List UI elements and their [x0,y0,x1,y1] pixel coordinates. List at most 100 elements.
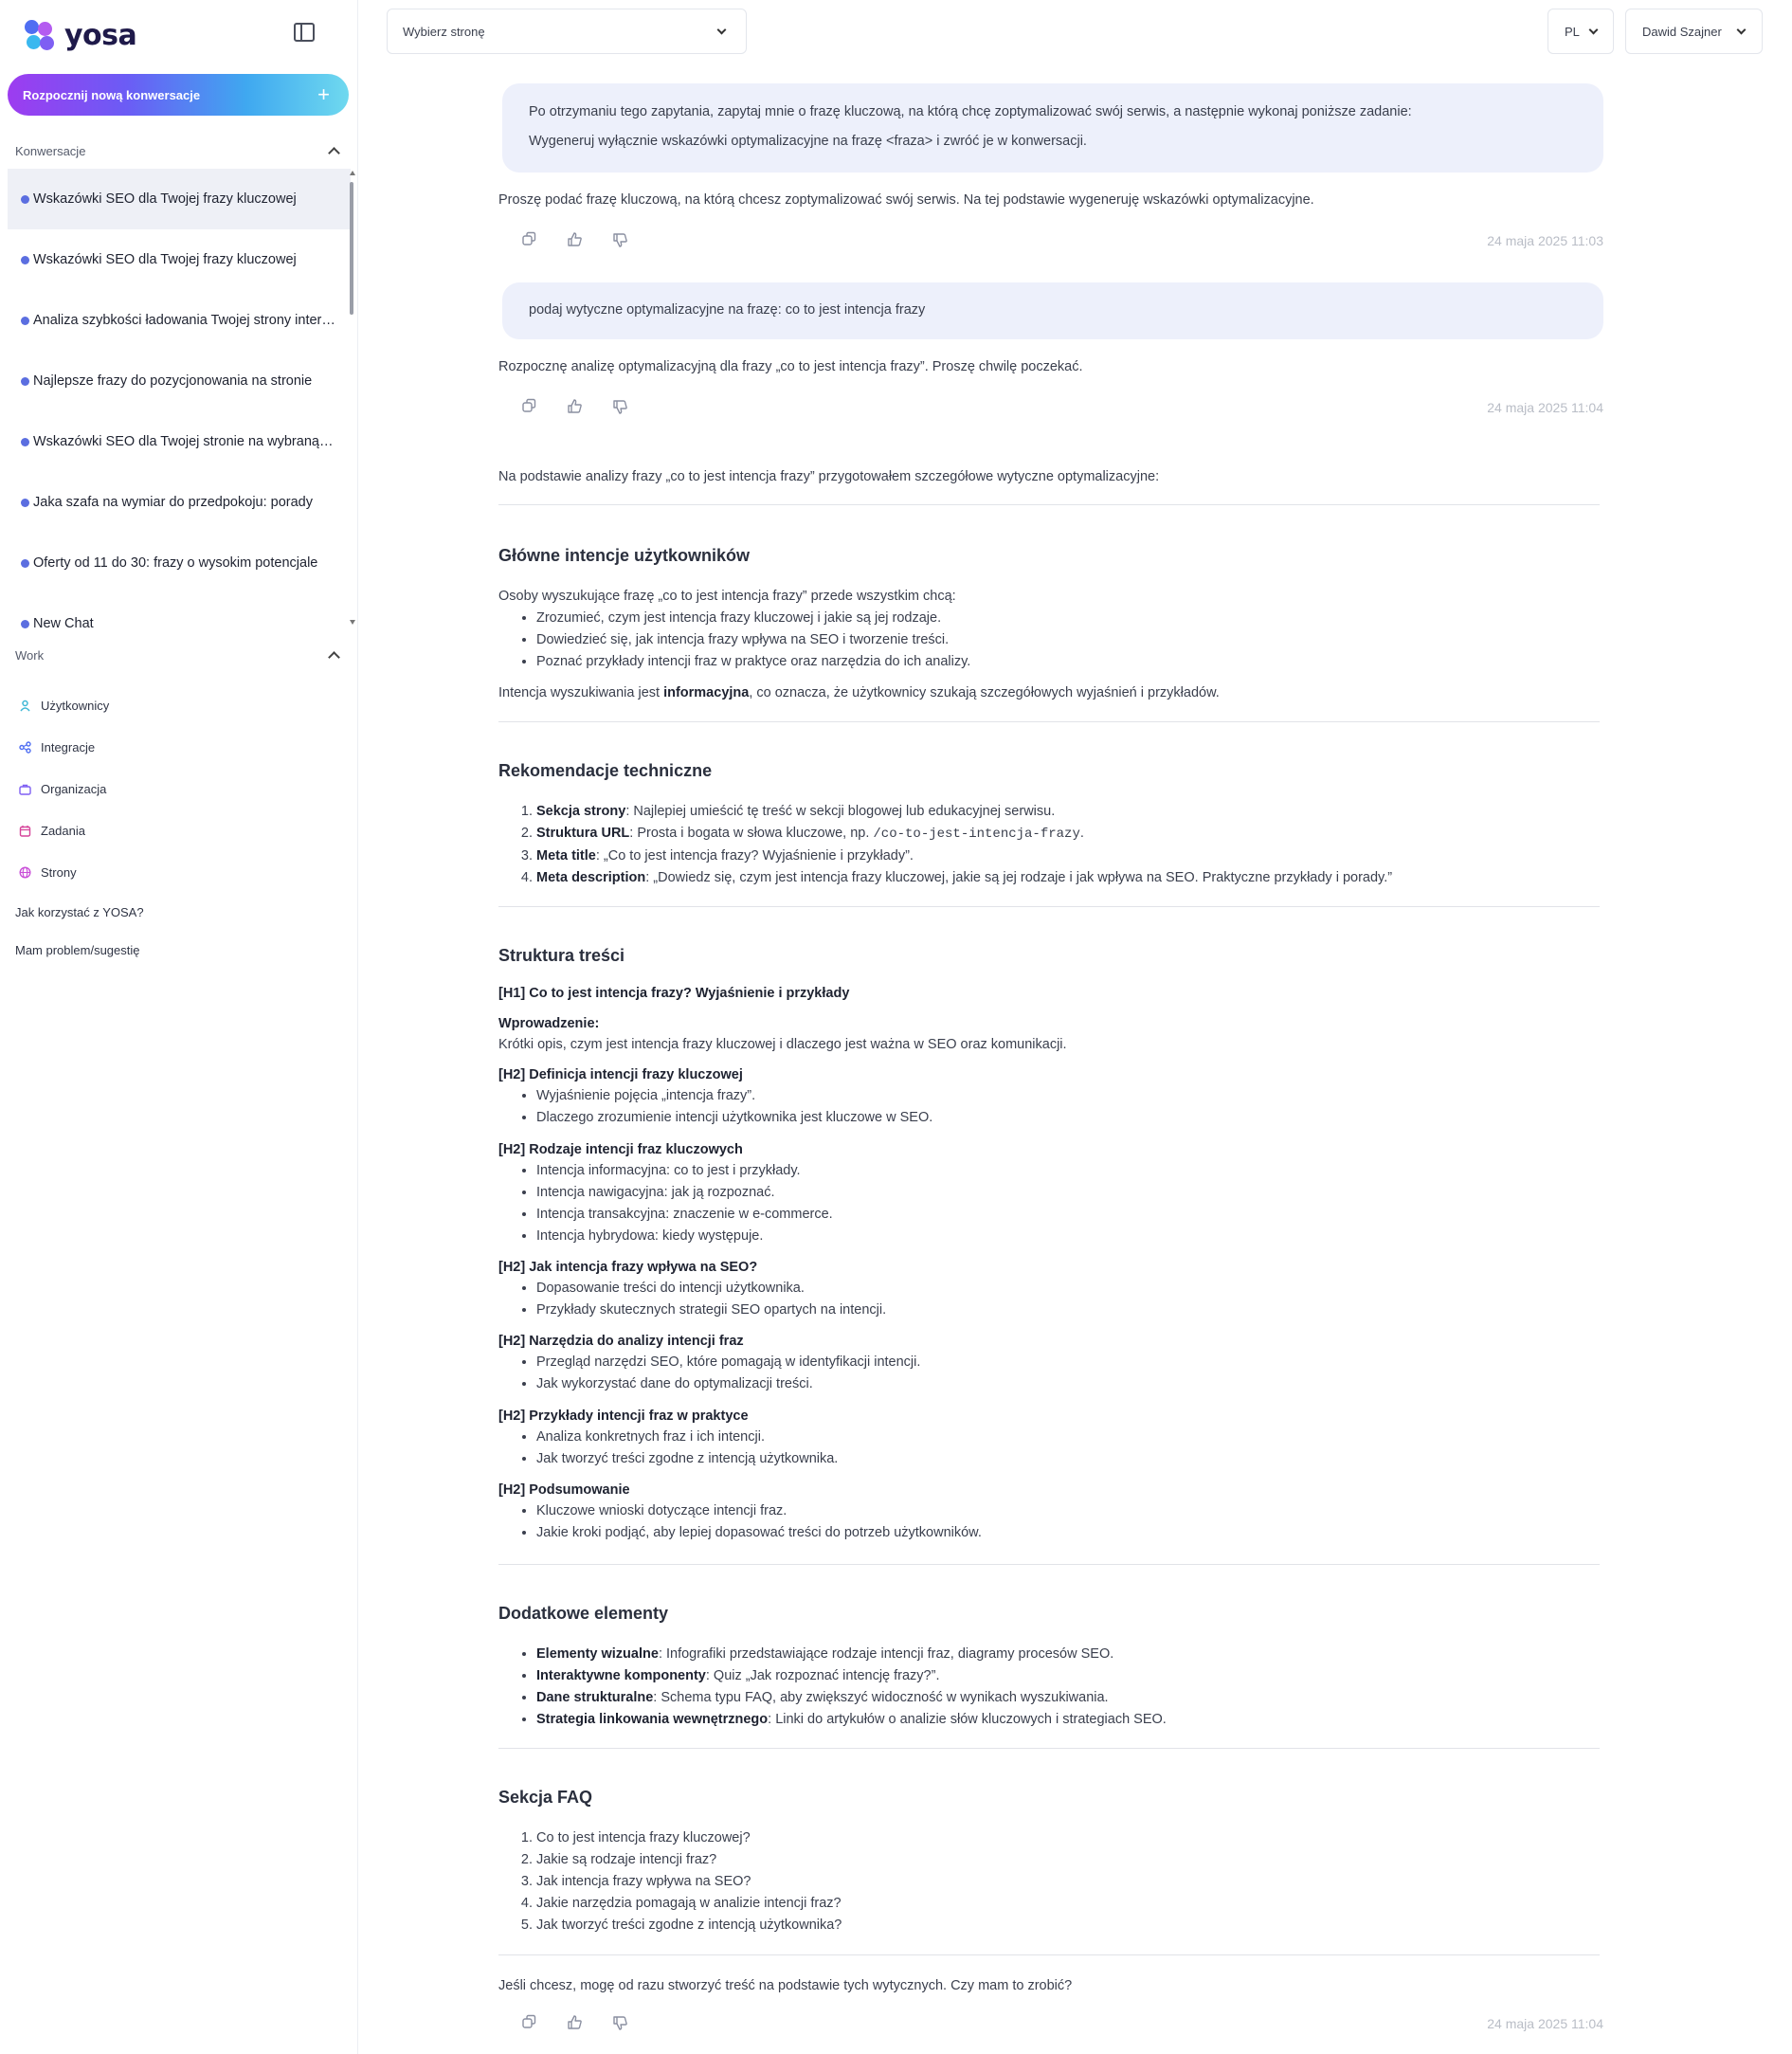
conversation-item[interactable]: Najlepsze frazy do pozycjonowania na str… [8,351,351,411]
conversation-list: Wskazówki SEO dla Twojej frazy kluczowej… [8,169,351,654]
bullet-list: Wyjaśnienie pojęcia „intencja frazy”. Dl… [536,1085,932,1129]
list-item: Co to jest intencja frazy kluczowej? [536,1827,842,1849]
conversation-title: Wskazówki SEO dla Twojej frazy kluczowej [33,191,297,207]
item-key: Dane strukturalne [536,1690,654,1705]
conversation-item[interactable]: New Chat [8,593,351,654]
yosa-logo-icon [25,19,57,52]
conversation-dot-icon [21,558,29,568]
item-value: : Schema typu FAQ, aby zwiększyć widoczn… [653,1690,1109,1705]
work-section-header[interactable]: Work [15,648,342,663]
intro-text: Krótki opis, czym jest intencja frazy kl… [498,1037,1067,1052]
outline-h1: [H1] Co to jest intencja frazy? Wyjaśnie… [498,986,850,1001]
sidebar-item-tasks[interactable]: Zadania [19,809,341,851]
bullet-list: Przegląd narzędzi SEO, które pomagają w … [536,1352,920,1395]
list-item: Dowiedzieć się, jak intencja frazy wpływ… [536,629,970,651]
thumbs-up-icon[interactable] [565,2012,586,2033]
list-item: Dane strukturalne: Schema typu FAQ, aby … [536,1687,1167,1709]
sidebar-item-integrations[interactable]: Integracje [19,726,341,768]
sidebar-item-organization[interactable]: Organizacja [19,768,341,809]
conversation-item[interactable]: Jaka szafa na wymiar do przedpokoju: por… [8,472,351,533]
page-select-dropdown[interactable]: Wybierz stronę [387,9,747,54]
list-item: Jak wykorzystać dane do optymalizacji tr… [536,1373,920,1395]
list-item: Jak tworzyć treści zgodne z intencją uży… [536,1448,838,1470]
list-item: Przykłady skutecznych strategii SEO opar… [536,1300,886,1321]
thumbs-up-icon[interactable] [565,396,586,417]
conversation-item[interactable]: Wskazówki SEO dla Twojej frazy kluczowej [8,169,351,229]
copy-icon[interactable] [519,229,540,250]
new-conversation-button[interactable]: Rozpocznij nową konwersacje + [8,74,349,116]
conversation-scrollbar[interactable] [350,171,355,626]
divider [498,906,1600,907]
item-key: Meta title [536,848,596,863]
list-item: Meta title: „Co to jest intencja frazy? … [536,845,1392,867]
thumbs-down-icon[interactable] [610,2012,631,2033]
divider [498,721,1600,722]
sidebar-item-label: Organizacja [41,781,107,796]
scroll-down-icon[interactable] [350,620,355,625]
assistant-message: Rozpocznę analizę optymalizacyjną dla fr… [498,359,1083,374]
logo[interactable]: yosa [25,19,137,52]
item-key: Strategia linkowania wewnętrznego [536,1712,769,1727]
outline-h2: [H2] Narzędzia do analizy intencji fraz [498,1334,744,1349]
item-value: : Linki do artykułów o analizie słów klu… [768,1712,1167,1727]
list-item: Dlaczego zrozumienie intencji użytkownik… [536,1107,932,1129]
list-item: Struktura URL: Prosta i bogata w słowa k… [536,823,1392,845]
thumbs-down-icon[interactable] [610,229,631,250]
conversation-title: Najlepsze frazy do pozycjonowania na str… [33,373,313,389]
sidebar: yosa Rozpocznij nową konwersacje + Konwe… [0,0,358,2054]
chevron-up-icon [328,651,340,663]
briefcase-icon [19,784,31,795]
conversations-section-header[interactable]: Konwersacje [15,144,342,159]
item-key: Interaktywne komponenty [536,1668,706,1683]
bullet-list: Analiza konkretnych fraz i ich intencji.… [536,1427,838,1470]
conversation-title: Jaka szafa na wymiar do przedpokoju: por… [33,495,313,510]
conversation-item[interactable]: Wskazówki SEO dla Twojej frazy kluczowej [8,229,351,290]
list-item: Jakie są rodzaje intencji fraz? [536,1849,842,1871]
list-item: Intencja informacyjna: co to jest i przy… [536,1160,833,1182]
conversation-item[interactable]: Wskazówki SEO dla Twojej stronie na wybr… [8,411,351,472]
section-heading: Struktura treści [498,946,625,965]
copy-icon[interactable] [519,2012,540,2033]
copy-icon[interactable] [519,396,540,417]
chevron-down-icon [1736,25,1747,35]
conversation-title: Analiza szybkości ładowania Twojej stron… [33,313,336,328]
item-value: : Najlepiej umieścić tę treść w sekcji b… [625,804,1056,819]
list-item: Dopasowanie treści do intencji użytkowni… [536,1278,886,1300]
sidebar-item-users[interactable]: Użytkownicy [19,684,341,726]
sidebar-item-label: Zadania [41,823,85,838]
conversation-dot-icon [21,316,29,325]
thumbs-up-icon[interactable] [565,229,586,250]
problem-report-link[interactable]: Mam problem/sugestię [15,943,140,957]
thumbs-down-icon[interactable] [610,396,631,417]
summary-emphasis: informacyjna [663,685,750,700]
new-conversation-label: Rozpocznij nową konwersacje [23,87,201,102]
section-heading: Sekcja FAQ [498,1788,593,1807]
conversation-item[interactable]: Analiza szybkości ładowania Twojej stron… [8,290,351,351]
conversation-item[interactable]: Oferty od 11 do 30: frazy o wysokim pote… [8,533,351,593]
numbered-list: Co to jest intencja frazy kluczowej? Jak… [536,1827,842,1936]
page-select-placeholder: Wybierz stronę [403,24,485,39]
sidebar-item-label: Użytkownicy [41,698,110,713]
outline-h2: [H2] Definicja intencji frazy kluczowej [498,1067,743,1082]
list-item: Przegląd narzędzi SEO, które pomagają w … [536,1352,920,1373]
conversations-header-label: Konwersacje [15,144,86,158]
item-value: : „Co to jest intencja frazy? Wyjaśnieni… [595,848,914,863]
list-item: Sekcja strony: Najlepiej umieścić tę tre… [536,801,1392,823]
divider [498,1954,1600,1955]
divider [498,1564,1600,1565]
outline-h2: [H2] Rodzaje intencji fraz kluczowych [498,1142,743,1157]
list-item: Intencja nawigacyjna: jak ją rozpoznać. [536,1182,833,1204]
logo-text: yosa [64,19,137,52]
scrollbar-thumb[interactable] [350,182,353,315]
language-select[interactable]: PL [1548,9,1614,54]
sidebar-item-pages[interactable]: Strony [19,851,341,893]
section-heading: Główne intencje użytkowników [498,546,751,565]
plus-icon: + [317,82,330,106]
bullet-list: Zrozumieć, czym jest intencja frazy kluc… [536,608,970,673]
scroll-up-icon[interactable] [350,171,355,175]
chevron-down-icon [1588,25,1599,35]
user-menu[interactable]: Dawid Szajner [1625,9,1763,54]
conversation-dot-icon [21,437,29,446]
help-link[interactable]: Jak korzystać z YOSA? [15,905,144,919]
sidebar-toggle-icon[interactable] [294,23,315,42]
